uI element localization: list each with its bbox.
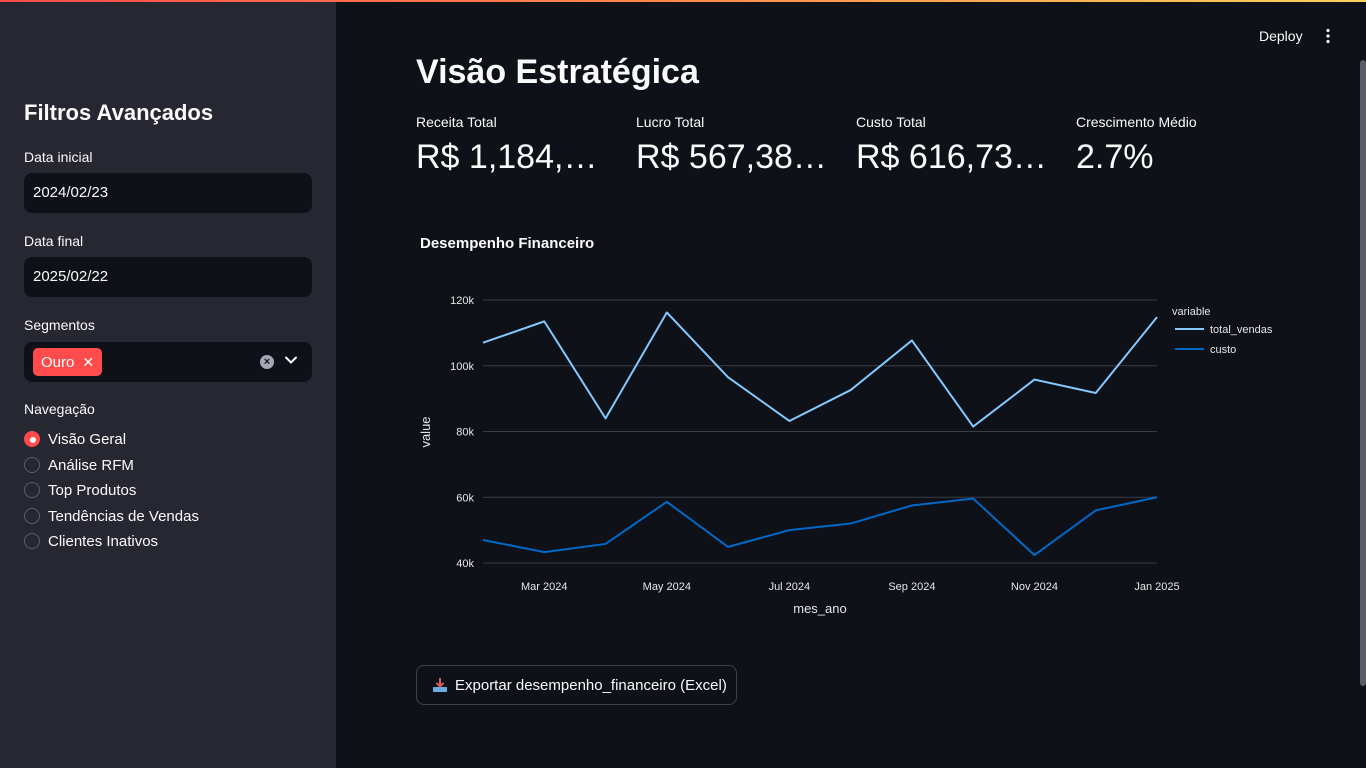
x-tick-label: Nov 2024	[1011, 581, 1058, 593]
radio-button[interactable]	[24, 508, 40, 524]
metric-label: Crescimento Médio	[1076, 114, 1197, 130]
top-accent-bar	[0, 0, 1366, 2]
nav-option[interactable]: Clientes Inativos	[24, 531, 158, 551]
segments-multiselect[interactable]: Ouro ✕ ×	[24, 342, 312, 382]
metric-label: Receita Total	[416, 114, 497, 130]
sidebar-title: Filtros Avançados	[24, 100, 214, 125]
download-icon	[433, 678, 447, 692]
y-axis-label: value	[418, 416, 433, 447]
export-excel-button[interactable]: Exportar desempenho_financeiro (Excel)	[416, 665, 737, 705]
line-chart[interactable]: 40k 60k 80k 100k 120k Mar 2024 May 2024 Jul 202…	[410, 280, 1300, 625]
x-tick-label: Jan 2025	[1134, 581, 1179, 593]
main-scrollbar[interactable]	[1360, 60, 1366, 686]
metric-receita: Receita Total R$ 1,184,1…	[416, 114, 616, 177]
y-tick-label: 120k	[450, 295, 474, 307]
nav-option-label: Tendências de Vendas	[48, 507, 199, 525]
x-tick-label: Jul 2024	[769, 581, 811, 593]
nav-option-label: Análise RFM	[48, 456, 134, 474]
nav-option-label: Visão Geral	[48, 430, 127, 448]
metric-custo: Custo Total R$ 616,737…	[856, 114, 1056, 177]
page-title: Visão Estratégica	[416, 53, 699, 91]
segment-chip-label: Ouro	[41, 353, 75, 371]
metric-value: 2.7%	[1076, 138, 1154, 176]
x-tick-label: Mar 2024	[521, 581, 567, 593]
metric-lucro: Lucro Total R$ 567,385…	[636, 114, 836, 177]
nav-option-label: Clientes Inativos	[48, 532, 159, 550]
more-options-icon[interactable]	[1320, 28, 1336, 44]
legend-title: variable	[1172, 306, 1211, 318]
y-tick-label: 80k	[456, 427, 474, 439]
radio-button[interactable]	[24, 431, 40, 447]
nav-option[interactable]: Tendências de Vendas	[24, 506, 199, 526]
start-date-label: Data inicial	[24, 149, 93, 165]
legend-label: total_vendas	[1210, 324, 1273, 336]
metric-label: Custo Total	[856, 114, 926, 130]
end-date-input[interactable]: 2025/02/22	[24, 257, 312, 297]
metric-value: R$ 567,385…	[636, 138, 836, 176]
y-tick-label: 60k	[456, 492, 474, 504]
series-line-total_vendas	[482, 311, 1158, 428]
y-tick-label: 40k	[456, 558, 474, 570]
metric-label: Lucro Total	[636, 114, 705, 130]
x-tick-label: May 2024	[643, 581, 691, 593]
nav-option-label: Top Produtos	[48, 481, 137, 499]
x-axis-label: mes_ano	[793, 601, 846, 616]
metric-value: R$ 616,737…	[856, 138, 1056, 176]
start-date-input[interactable]: 2024/02/23	[24, 173, 312, 213]
segment-chip[interactable]: Ouro ✕	[33, 348, 103, 376]
metric-value: R$ 1,184,1…	[416, 138, 616, 176]
segments-label: Segmentos	[24, 317, 95, 333]
x-tick-label: Sep 2024	[888, 581, 935, 593]
clear-selection-icon[interactable]: ×	[260, 355, 274, 369]
export-label: Exportar desempenho_financeiro (Excel)	[455, 676, 727, 694]
metric-crescimento: Crescimento Médio 2.7%	[1076, 114, 1276, 177]
nav-option[interactable]: Análise RFM	[24, 455, 134, 475]
remove-chip-icon[interactable]: ✕	[82, 355, 94, 369]
nav-option[interactable]: Visão Geral	[24, 429, 126, 449]
end-date-label: Data final	[24, 233, 84, 249]
y-tick-label: 100k	[450, 361, 474, 373]
legend-label: custo	[1210, 344, 1236, 356]
radio-button[interactable]	[24, 533, 40, 549]
navigation-label: Navegação	[24, 401, 95, 417]
radio-button[interactable]	[24, 457, 40, 473]
nav-option[interactable]: Top Produtos	[24, 480, 136, 500]
sidebar: Filtros Avançados Data inicial 2024/02/2…	[0, 0, 336, 768]
radio-button[interactable]	[24, 482, 40, 498]
chevron-down-icon[interactable]	[284, 353, 298, 367]
chart-title: Desempenho Financeiro	[420, 235, 595, 252]
deploy-button[interactable]: Deploy	[1259, 28, 1303, 44]
series-line-custo	[482, 496, 1158, 557]
